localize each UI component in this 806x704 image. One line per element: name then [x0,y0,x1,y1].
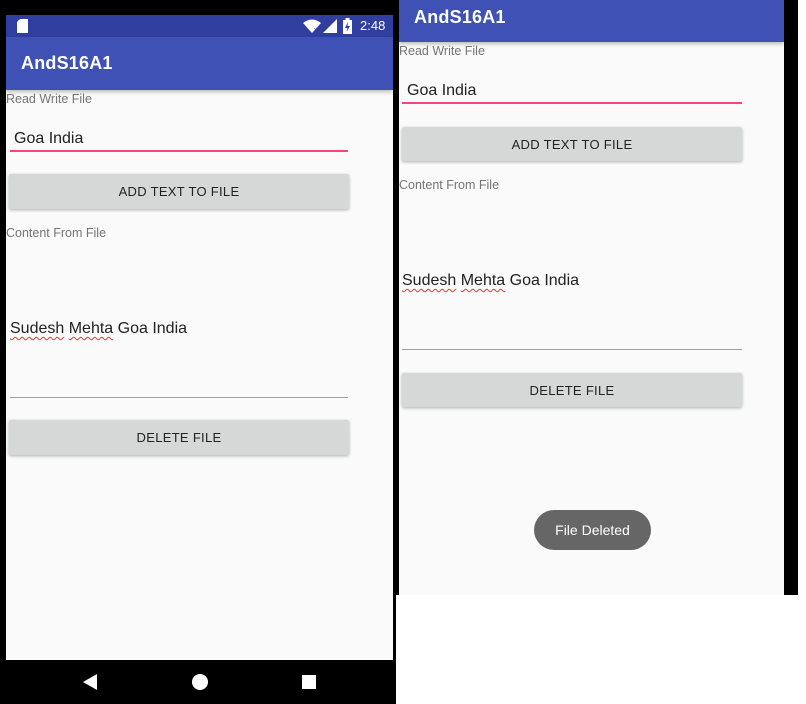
content-from-file-label: Content From File [6,226,107,240]
text-input-underline [10,150,348,152]
app-bar: AndS16A1 [6,37,393,90]
add-text-to-file-label: ADD TEXT TO FILE [118,184,240,199]
left-app-screen: x 2:48 AndS16A1 Read Write File Goa Indi… [6,15,393,660]
delete-file-label-right: DELETE FILE [529,382,615,398]
right-phone-frame: AndS16A1 Read Write File Goa India ADD T… [396,0,798,595]
left-phone-frame: x 2:48 AndS16A1 Read Write File Goa Indi… [0,0,396,704]
text-input-right[interactable]: Goa India [407,82,476,100]
wifi-icon: x [303,19,321,33]
toast-text: File Deleted [555,522,630,538]
read-write-file-label: Read Write File [6,92,92,106]
add-text-to-file-button-right[interactable]: ADD TEXT TO FILE [402,127,742,161]
content-word-mehta-right: Mehta [460,272,506,289]
content-underline [10,397,348,398]
content-word-mehta: Mehta [68,320,114,337]
content-word-sudesh: Sudesh [10,320,65,337]
toast-message: File Deleted [534,510,651,550]
content-rest-right: Goa India [505,272,580,289]
sd-card-icon [17,19,28,33]
text-input-underline-right [402,102,742,104]
app-bar-right: AndS16A1 [399,0,784,42]
content-word-sudesh-right: Sudesh [402,272,457,289]
navigation-bar [0,660,396,704]
text-input[interactable]: Goa India [14,130,83,148]
status-time: 2:48 [360,18,386,33]
signal-icon [323,19,337,33]
content-from-file-label-right: Content From File [399,178,500,192]
content-rest: Goa India [113,320,188,337]
battery-charging-icon [343,18,352,34]
delete-file-button[interactable]: DELETE FILE [9,420,349,455]
add-text-to-file-button[interactable]: ADD TEXT TO FILE [9,174,349,209]
app-title: AndS16A1 [21,53,113,73]
status-bar: x 2:48 [6,15,393,37]
back-icon[interactable] [83,674,98,690]
file-content-text-right[interactable]: Sudesh Mehta Goa India [402,272,579,290]
read-write-file-label-right: Read Write File [399,44,485,58]
home-icon[interactable] [192,674,208,690]
delete-file-button-right[interactable]: DELETE FILE [402,373,742,407]
recents-icon[interactable] [302,675,316,689]
app-title-right: AndS16A1 [414,7,506,27]
delete-file-label: DELETE FILE [136,430,222,445]
file-content-text[interactable]: Sudesh Mehta Goa India [10,320,187,338]
svg-text:x: x [314,27,318,33]
content-underline-right [402,349,742,350]
add-text-to-file-label-right: ADD TEXT TO FILE [511,136,633,152]
right-app-screen: AndS16A1 Read Write File Goa India ADD T… [399,0,784,595]
